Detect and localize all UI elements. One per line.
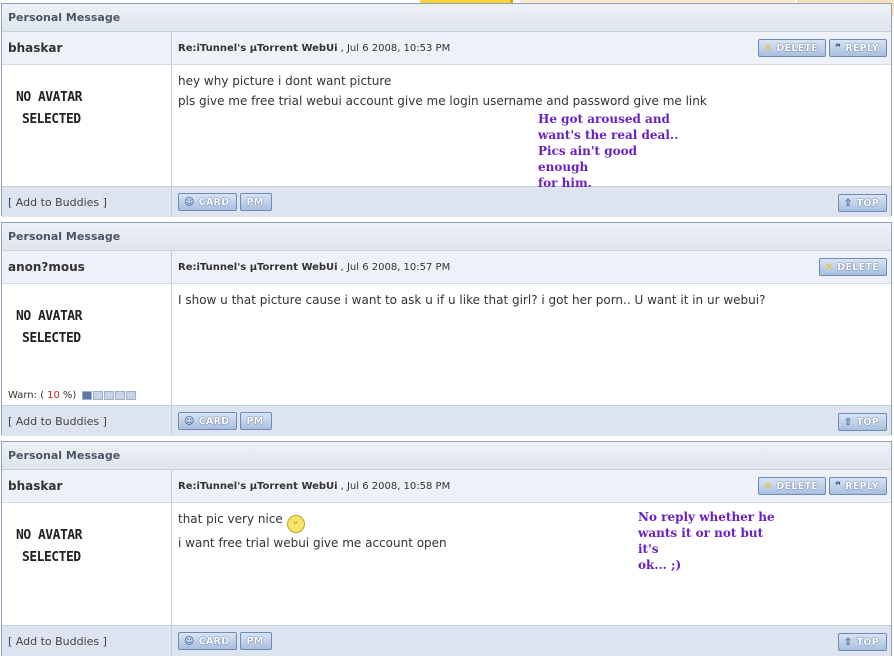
quote-icon: ❞ [835,42,842,54]
delete-button[interactable]: ✕ DELETE [757,477,827,495]
warn-bar [82,391,137,400]
delete-button[interactable]: ✕ DELETE [757,39,827,57]
reply-button[interactable]: ❞ REPLY [829,477,887,495]
pm-button[interactable]: PM [240,632,272,650]
topic-title[interactable]: Re:iTunnel's µTorrent WebUi [178,481,338,492]
add-to-buddies-link[interactable]: [ Add to Buddies ] [2,187,172,217]
avatar: NO AVATAR SELECTED [2,503,172,625]
post-date: , Jul 6 2008, 10:57 PM [340,261,451,273]
arrow-up-icon: ⇧ [843,636,853,648]
reply-button[interactable]: ❞ REPLY [829,39,887,57]
avatar: NO AVATAR SELECTED Warn: (10%) [2,284,172,405]
card-button[interactable]: ☺ CARD [178,193,238,211]
arrow-up-icon: ⇧ [843,197,853,209]
top-button[interactable]: ⇧ TOP [837,413,887,431]
add-to-buddies-link[interactable]: [ Add to Buddies ] [2,406,172,436]
user-icon: ☺ [184,415,195,427]
message-line: hey why picture i dont want picture [178,74,392,88]
user-icon: ☺ [184,635,195,647]
message-line: I show u that picture cause i want to as… [178,293,766,307]
delete-button[interactable]: ✕ DELETE [818,258,887,276]
pm-button[interactable]: PM [240,193,272,211]
post-author[interactable]: bhaskar [2,32,172,64]
delete-icon: ✕ [763,42,773,54]
delete-icon: ✕ [824,261,834,273]
arrow-up-icon: ⇧ [843,416,853,428]
topic-title[interactable]: Re:iTunnel's µTorrent WebUi [178,43,338,54]
delete-icon: ✕ [763,480,773,492]
top-button[interactable]: ⇧ TOP [837,633,887,651]
post-body: I show u that picture cause i want to as… [172,284,891,405]
post-2: Personal Message anon?mous Re:iTunnel's … [1,222,892,436]
post-body: hey why picture i dont want picture pls … [172,65,891,190]
top-button[interactable]: ⇧ TOP [837,194,887,212]
pm-button[interactable]: PM [240,412,272,430]
post-author[interactable]: bhaskar [2,470,172,502]
message-line: pls give me free trial webui account giv… [178,94,707,108]
user-icon: ☺ [184,196,195,208]
post-3: Personal Message bhaskar Re:iTunnel's µT… [1,441,892,656]
add-to-buddies-link[interactable]: [ Add to Buddies ] [2,626,172,656]
annotation-note: No reply whether he wants it or not but … [632,509,786,575]
avatar: NO AVATAR SELECTED [2,65,172,186]
post-body: that pic very nice ᵕ i want free trial w… [172,503,891,625]
card-button[interactable]: ☺ CARD [178,632,238,650]
warn-level[interactable]: Warn: (10%) [8,390,137,401]
annotation-note: He got aroused and want's the real deal.… [532,111,688,190]
quote-icon: ❞ [835,480,842,492]
post-date: , Jul 6 2008, 10:53 PM [340,42,451,54]
post-header: Personal Message [2,442,891,470]
post-header: Personal Message [2,4,891,32]
post-1: Personal Message bhaskar Re:iTunnel's µT… [1,3,892,217]
post-author[interactable]: anon?mous [2,251,172,283]
laughing-smiley-icon: ᵕ [286,515,305,533]
post-date: , Jul 6 2008, 10:58 PM [340,480,451,492]
topic-title[interactable]: Re:iTunnel's µTorrent WebUi [178,262,338,273]
post-header: Personal Message [2,223,891,251]
card-button[interactable]: ☺ CARD [178,412,238,430]
